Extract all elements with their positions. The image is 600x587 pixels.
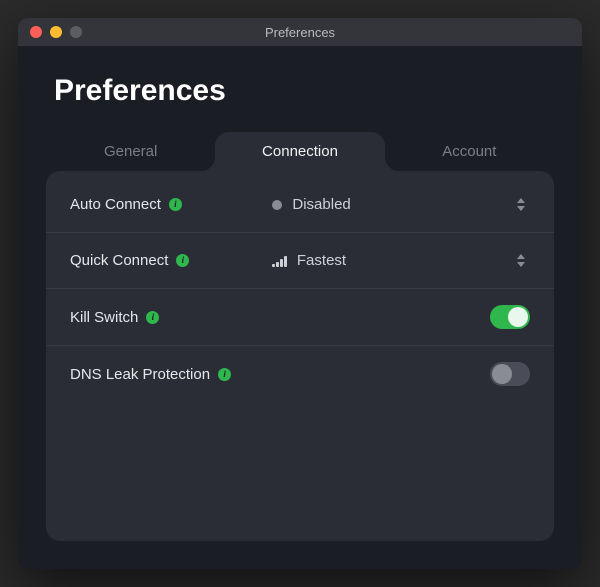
tab-label: Account <box>442 143 496 160</box>
row-label: Kill Switch i <box>70 309 272 326</box>
info-icon[interactable]: i <box>169 198 182 211</box>
quick-connect-value: Fastest <box>297 252 346 269</box>
dns-leak-protection-label: DNS Leak Protection <box>70 366 210 383</box>
maximize-icon[interactable] <box>70 26 82 38</box>
settings-panel: Auto Connect i Disabled Quick Connect i <box>46 171 554 541</box>
row-auto-connect: Auto Connect i Disabled <box>46 177 554 233</box>
row-label: Quick Connect i <box>70 252 272 269</box>
row-quick-connect: Quick Connect i Fastest <box>46 233 554 289</box>
window-title: Preferences <box>18 25 582 40</box>
tab-label: Connection <box>262 143 338 160</box>
row-value <box>272 362 530 386</box>
quick-connect-label: Quick Connect <box>70 252 168 269</box>
tab-account[interactable]: Account <box>385 132 554 171</box>
auto-connect-label: Auto Connect <box>70 196 161 213</box>
minimize-icon[interactable] <box>50 26 62 38</box>
content: Preferences General Connection Account A… <box>18 46 582 569</box>
tab-label: General <box>104 143 157 160</box>
info-icon[interactable]: i <box>176 254 189 267</box>
row-value <box>272 305 530 329</box>
row-kill-switch: Kill Switch i <box>46 289 554 346</box>
page-title: Preferences <box>18 46 582 132</box>
titlebar: Preferences <box>18 18 582 46</box>
row-label: DNS Leak Protection i <box>70 366 272 383</box>
close-icon[interactable] <box>30 26 42 38</box>
tab-connection[interactable]: Connection <box>215 132 384 171</box>
tab-general[interactable]: General <box>46 132 215 171</box>
quick-connect-select[interactable]: Fastest <box>272 252 530 269</box>
row-dns-leak-protection: DNS Leak Protection i <box>46 346 554 402</box>
disabled-dot-icon <box>272 200 282 210</box>
dns-leak-protection-toggle[interactable] <box>490 362 530 386</box>
info-icon[interactable]: i <box>146 311 159 324</box>
toggle-knob <box>508 307 528 327</box>
traffic-lights <box>18 26 82 38</box>
tabs: General Connection Account <box>18 132 582 171</box>
stepper-icon[interactable] <box>514 198 530 211</box>
stepper-icon[interactable] <box>514 254 530 267</box>
info-icon[interactable]: i <box>218 368 231 381</box>
preferences-window: Preferences Preferences General Connecti… <box>18 18 582 569</box>
kill-switch-toggle[interactable] <box>490 305 530 329</box>
row-label: Auto Connect i <box>70 196 272 213</box>
auto-connect-value: Disabled <box>292 196 350 213</box>
kill-switch-label: Kill Switch <box>70 309 138 326</box>
signal-bars-icon <box>272 255 287 267</box>
auto-connect-select[interactable]: Disabled <box>272 196 530 213</box>
toggle-knob <box>492 364 512 384</box>
